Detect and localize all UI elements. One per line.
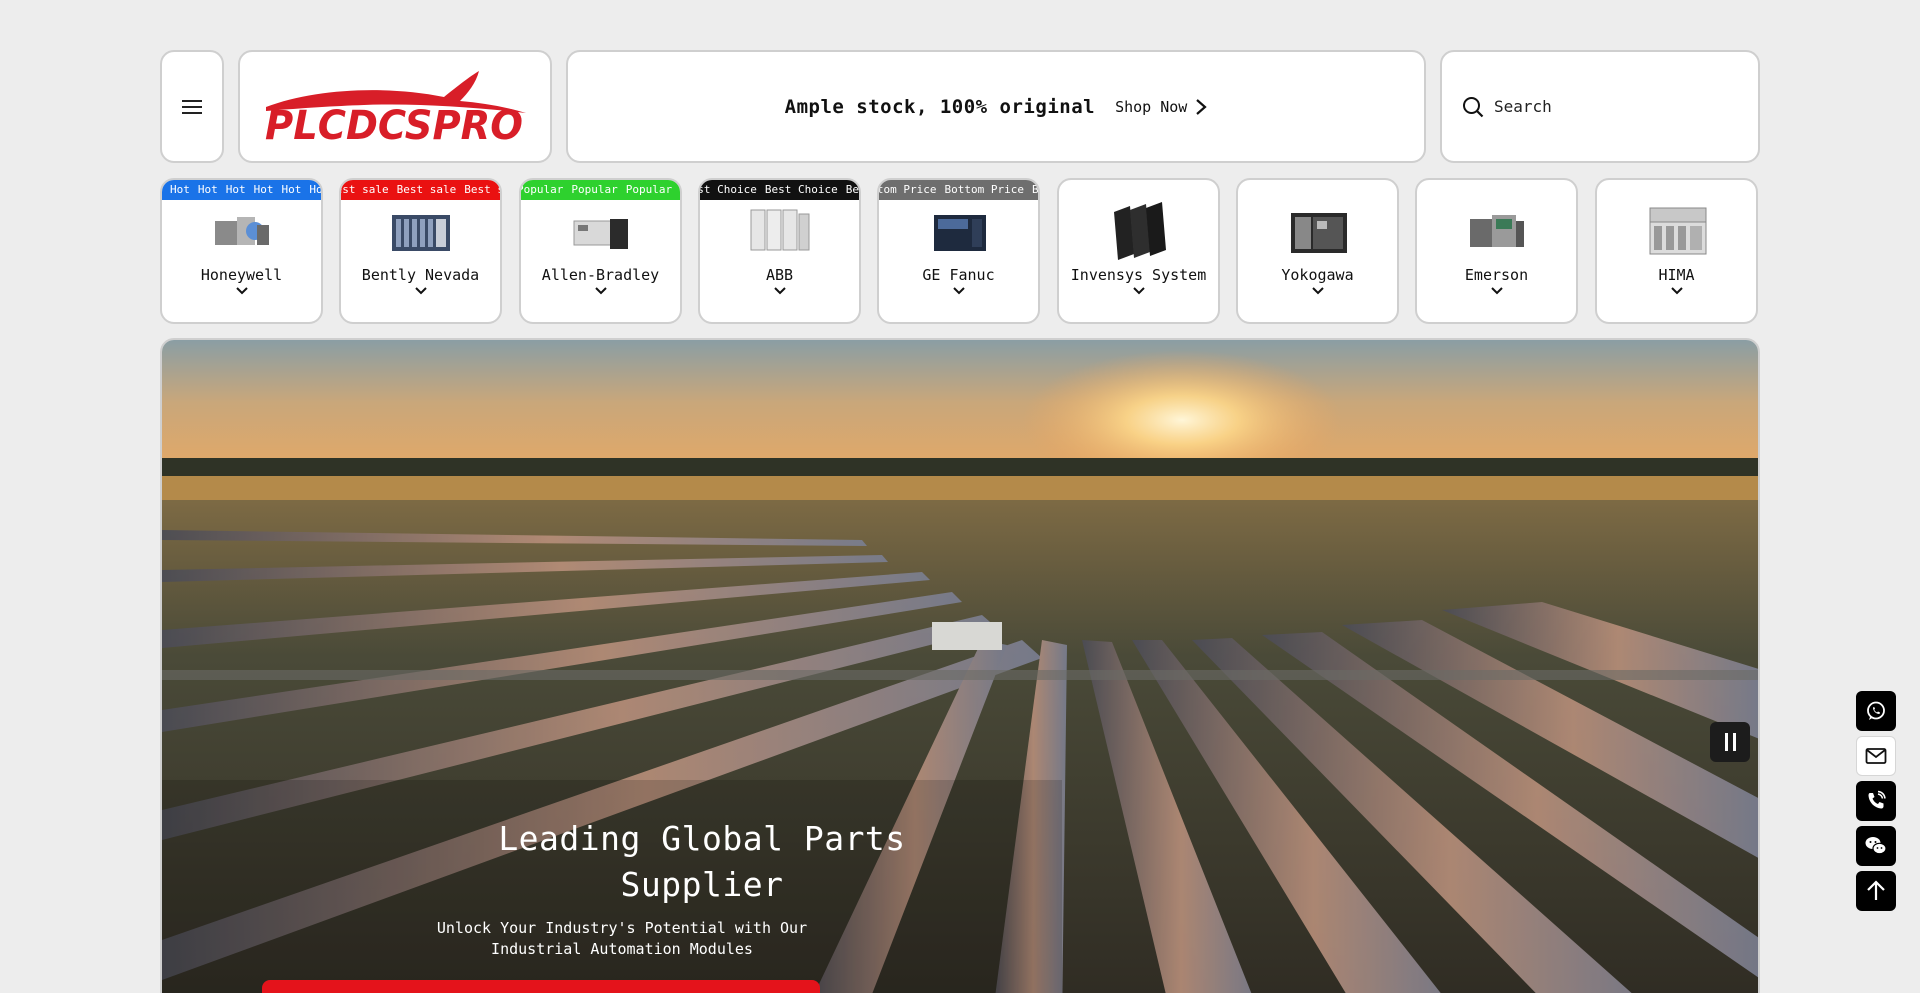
chevron-down-icon (1670, 287, 1683, 295)
brand-product-image (341, 202, 500, 262)
search-icon (1463, 96, 1484, 117)
brand-card-bently-nevada[interactable]: Best saleBest saleBest saleBest sale Ben… (339, 178, 502, 324)
brand-card-invensys-system[interactable]: Invensys System (1057, 178, 1220, 324)
brand-product-image (1238, 202, 1397, 262)
wechat-button[interactable] (1856, 826, 1896, 866)
chevron-down-icon (773, 287, 786, 295)
pause-icon (1724, 733, 1728, 751)
brand-name: GE Fanuc (922, 266, 995, 284)
hero-title: Leading Global Parts Supplier (498, 819, 906, 904)
logo-link[interactable]: PLCDCSPRO (238, 50, 552, 163)
brand-name: Invensys System (1070, 266, 1207, 284)
hero-cta-button[interactable] (262, 980, 820, 993)
brand-ribbon: Best ChoiceBest ChoiceBest Choice (700, 180, 859, 200)
brand-card-yokogawa[interactable]: Yokogawa (1236, 178, 1399, 324)
back-to-top-button[interactable] (1856, 871, 1896, 911)
brand-product-image (1597, 202, 1756, 262)
brand-card-allen-bradley[interactable]: PopularPopularPopularPopular Allen-Bradl… (519, 178, 682, 324)
chevron-down-icon (1132, 287, 1145, 295)
chevron-down-icon (952, 287, 965, 295)
chevron-down-icon (594, 287, 607, 295)
hero-subtitle: Unlock Your Industry's Potential with Ou… (436, 919, 808, 958)
brand-name: ABB (765, 266, 794, 284)
email-icon (1865, 748, 1887, 764)
brand-name: Honeywell (200, 266, 283, 284)
chevron-down-icon (1311, 287, 1324, 295)
chevron-down-icon (414, 287, 427, 295)
brand-card-honeywell[interactable]: HotHotHotHotHotHot Honeywell (160, 178, 323, 324)
phone-button[interactable] (1856, 781, 1896, 821)
shop-now-label: Shop Now (1115, 97, 1188, 116)
chevron-down-icon (1490, 287, 1503, 295)
arrow-up-icon (1867, 880, 1885, 900)
brand-ribbon: Bottom PriceBottom PriceBottom Price (879, 180, 1038, 200)
logo: PLCDCSPRO (265, 70, 526, 147)
wechat-icon (1865, 837, 1887, 855)
brand-ribbon: HotHotHotHotHotHot (162, 180, 321, 200)
brand-product-image (700, 202, 859, 262)
brand-product-image (162, 202, 321, 262)
chevron-down-icon (235, 287, 248, 295)
brand-name: Yokogawa (1281, 266, 1354, 284)
hamburger-icon (182, 99, 202, 114)
brand-ribbon: Best saleBest saleBest saleBest sale (341, 180, 500, 200)
pause-video-button[interactable] (1710, 722, 1750, 762)
shop-now-link[interactable]: Shop Now (1115, 98, 1207, 116)
phone-icon (1868, 790, 1886, 809)
brand-ribbon: PopularPopularPopularPopular (521, 180, 680, 200)
promo-banner: Ample stock, 100% original Shop Now (566, 50, 1426, 163)
brand-card-abb[interactable]: Best ChoiceBest ChoiceBest Choice ABB (698, 178, 861, 324)
brand-card-hima[interactable]: HIMA (1595, 178, 1758, 324)
brand-card-emerson[interactable]: Emerson (1415, 178, 1578, 324)
whatsapp-button[interactable] (1856, 691, 1896, 731)
brand-name: HIMA (1658, 266, 1695, 284)
chevron-right-icon (1196, 98, 1207, 115)
brand-card-ge-fanuc[interactable]: Bottom PriceBottom PriceBottom Price GE … (877, 178, 1040, 324)
hero-banner: Leading Global Parts Supplier Unlock You… (160, 338, 1760, 993)
brand-product-image (521, 202, 680, 262)
brand-product-image (879, 202, 1038, 262)
brand-product-image (1417, 202, 1576, 262)
search-input[interactable] (1494, 97, 1734, 116)
search-box[interactable] (1440, 50, 1760, 163)
brand-product-image (1059, 202, 1218, 262)
brand-name: Bently Nevada (361, 266, 480, 284)
menu-button[interactable] (160, 50, 224, 163)
brand-name: Allen-Bradley (541, 266, 660, 284)
logo-text: PLCDCSPRO (265, 103, 523, 147)
whatsapp-icon (1867, 701, 1885, 720)
promo-text: Ample stock, 100% original (784, 95, 1096, 118)
brand-name: Emerson (1464, 266, 1529, 284)
email-button[interactable] (1856, 736, 1896, 776)
